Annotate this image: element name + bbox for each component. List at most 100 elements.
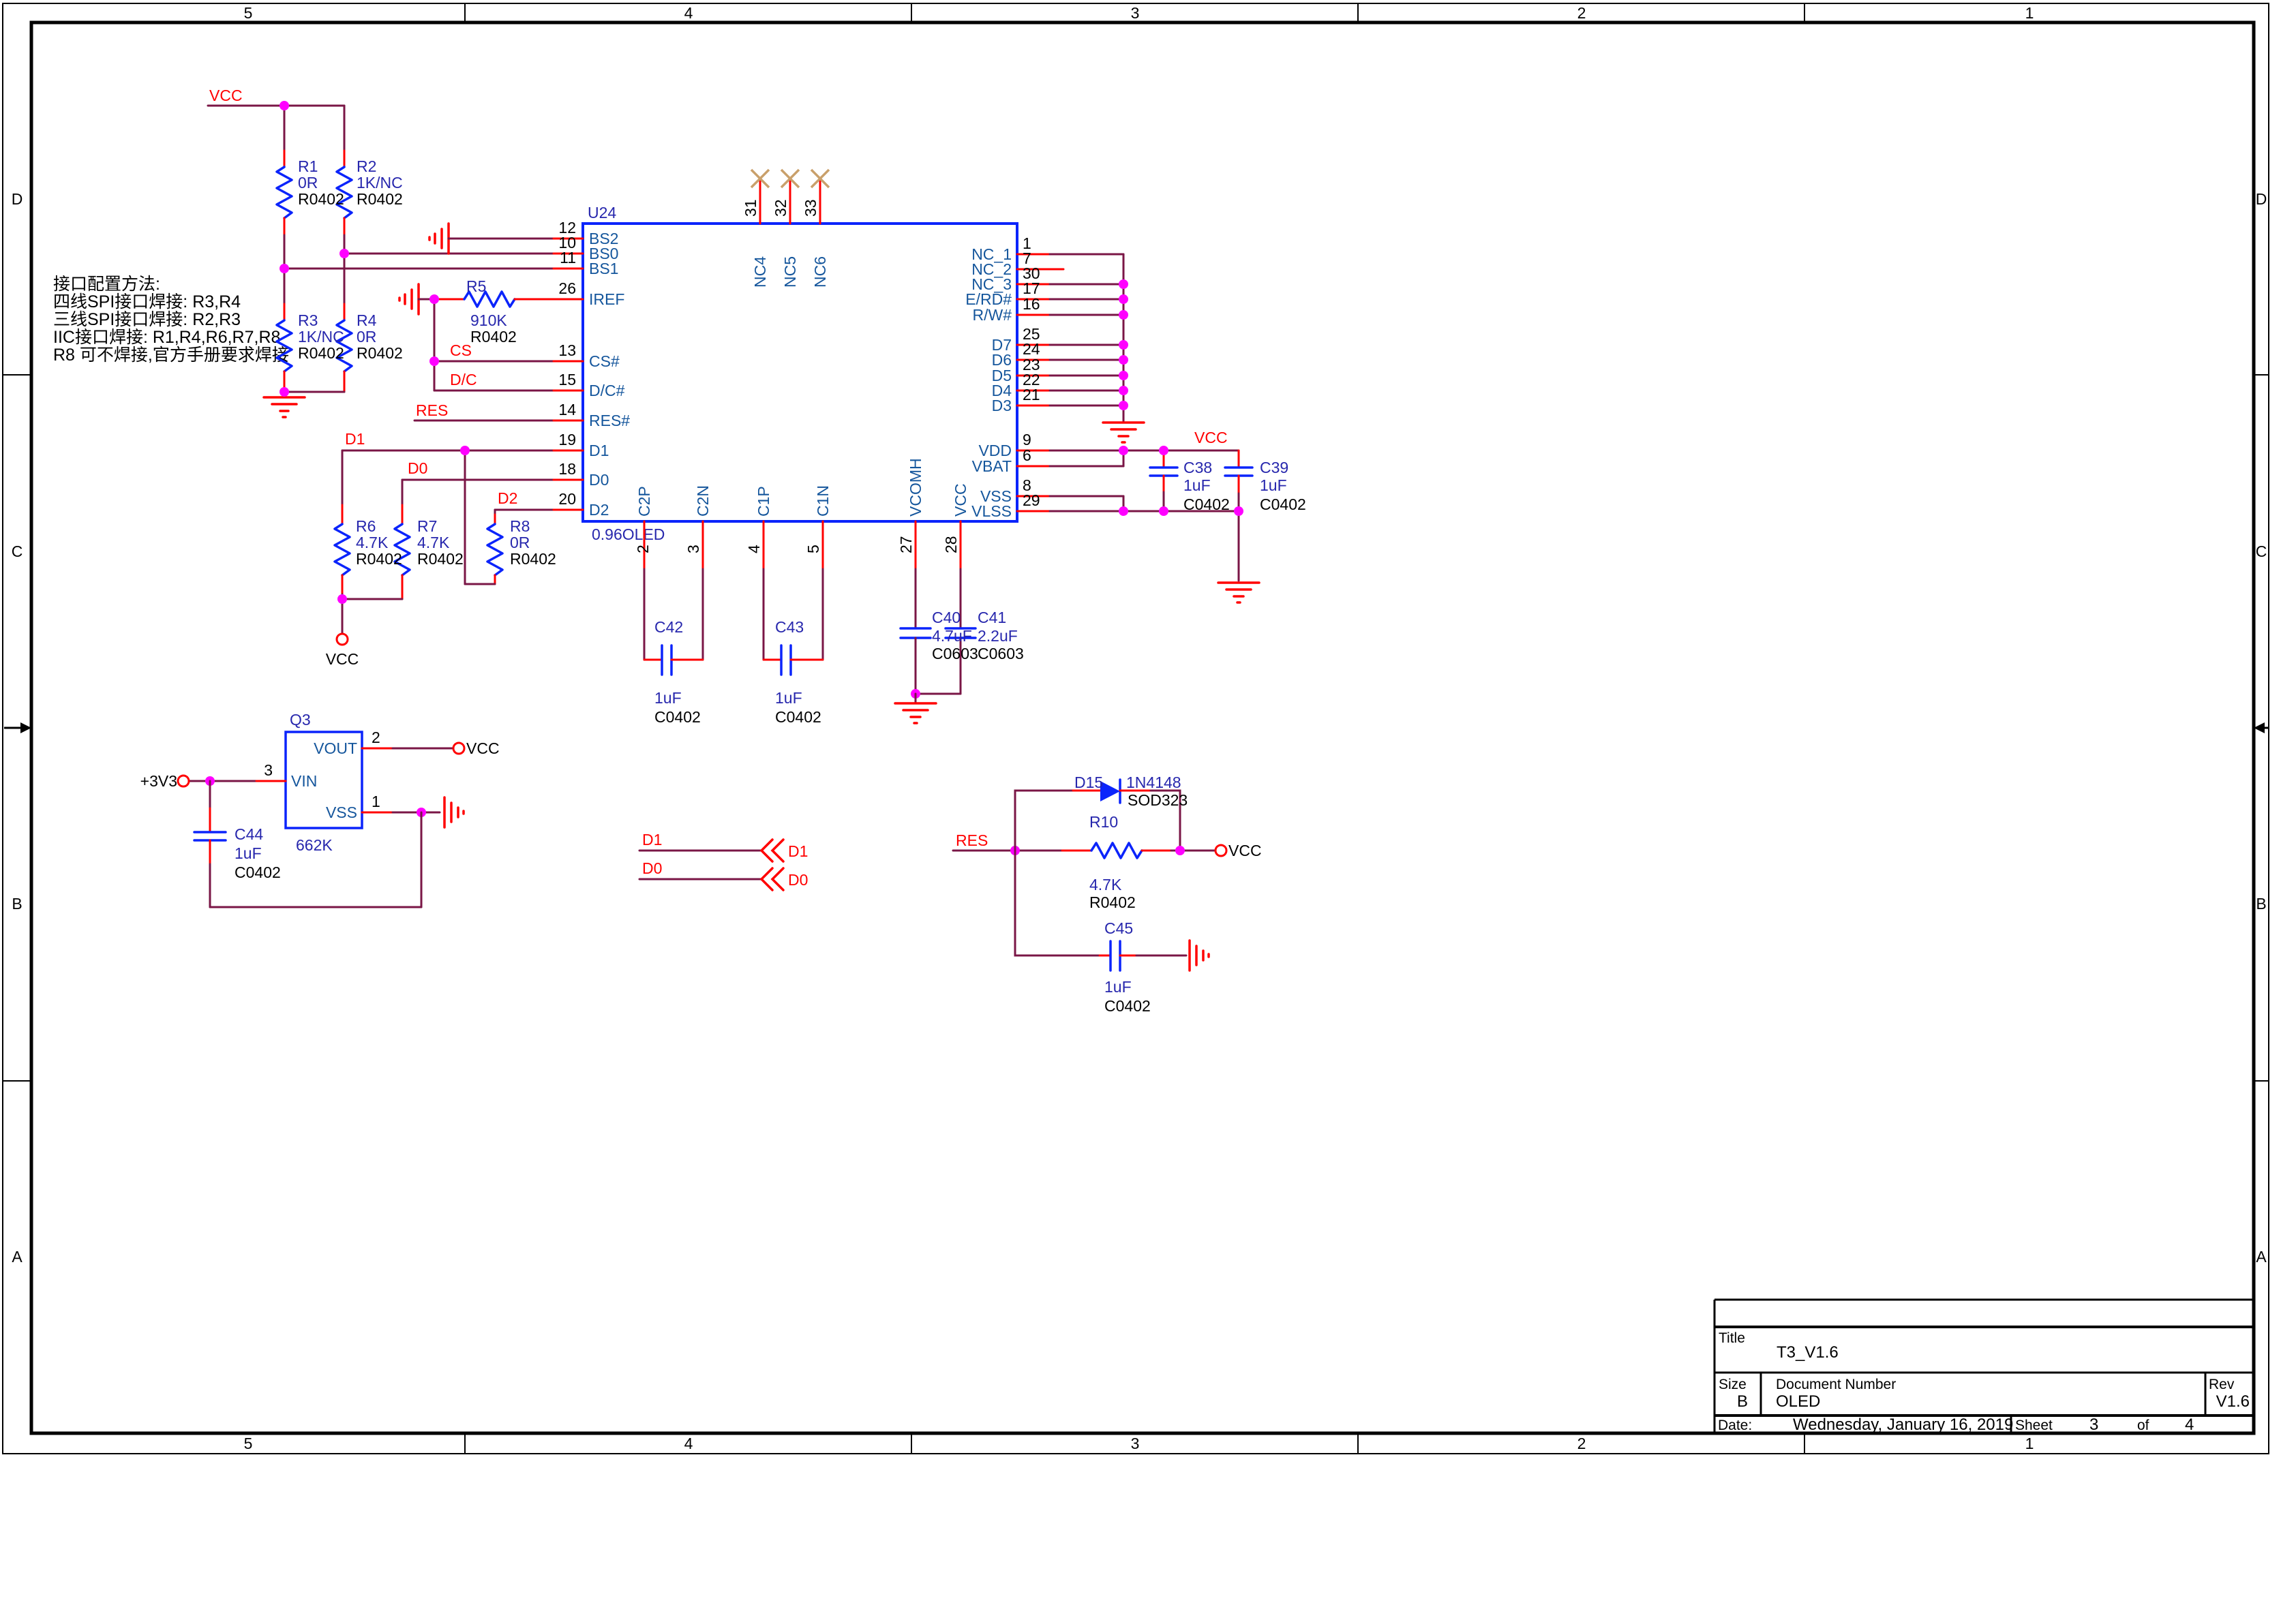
offpage-chevron-icon — [761, 840, 783, 861]
date-label: Date: — [1718, 1418, 1752, 1433]
r2-ref: R2 — [357, 157, 376, 175]
pin-number: 21 — [1023, 386, 1040, 403]
pin-name: C1P — [755, 486, 772, 517]
pin-name: NC5 — [781, 256, 799, 288]
size-value: B — [1737, 1392, 1748, 1411]
note-line: 接口配置方法: — [53, 275, 160, 294]
pin-name: BS1 — [589, 260, 618, 277]
vcc-port — [1215, 845, 1226, 856]
ground-icon — [429, 224, 449, 254]
row-label: A — [12, 1248, 22, 1266]
pin-name: C2P — [635, 486, 653, 517]
pin-name: VLSS — [971, 502, 1012, 520]
pin-number: 2 — [372, 729, 380, 746]
pin-number: 3 — [684, 545, 702, 553]
capacitor-c44 — [194, 832, 226, 840]
pin-name: VBAT — [972, 457, 1012, 475]
col-label: 1 — [2025, 4, 2034, 22]
c42-ref: C42 — [654, 618, 683, 636]
col-label: 3 — [1131, 4, 1140, 22]
c38-package: C0402 — [1183, 495, 1230, 513]
c43-package: C0402 — [775, 708, 821, 726]
col-label: 5 — [244, 4, 253, 22]
r4-package: R0402 — [357, 344, 403, 362]
col-label: 4 — [684, 1435, 693, 1452]
note-line: R8 可不焊接,官方手册要求焊接 — [53, 346, 289, 365]
reset-circuit: RES D15 1N4148 SOD323 VCC R10 4.7K R0402 — [953, 774, 1262, 1015]
row-label: D — [12, 190, 23, 208]
pin-number: 4 — [745, 545, 763, 553]
r1-ref: R1 — [298, 157, 318, 175]
capacitor-c38 — [1150, 468, 1177, 476]
pin-name: RES# — [589, 412, 630, 429]
c41-ref: C41 — [978, 609, 1006, 626]
pin-number: 16 — [1023, 295, 1040, 313]
d15-value: 1N4148 — [1126, 774, 1181, 791]
diode-d15 — [1100, 780, 1120, 803]
pin-name: CS# — [589, 352, 620, 370]
r8-package: R0402 — [510, 550, 556, 568]
u24-top-pins: 31 32 33 NC4 NC5 NC6 — [742, 170, 829, 288]
row-label: C — [12, 542, 23, 560]
u24-ref: U24 — [588, 204, 616, 221]
d15-ref: D15 — [1074, 774, 1103, 791]
pin-number: 31 — [742, 199, 759, 217]
r5-ref: R5 — [466, 277, 486, 295]
col-label: 5 — [244, 1435, 253, 1452]
offpage-chevron-icon — [761, 868, 783, 890]
pin-number: 14 — [558, 401, 576, 418]
net-label-d1: D1 — [642, 831, 662, 848]
c41-value: 2.2uF — [978, 627, 1018, 645]
col-label: 4 — [684, 4, 693, 22]
ground-icon — [264, 397, 305, 417]
offpage-label-d1: D1 — [788, 842, 808, 860]
charge-pump-caps: C42 1uF C0402 C43 1uF C0402 C40 4. — [644, 569, 1024, 726]
note-line: IIC接口焊接: R1,R4,R6,R7,R8 — [53, 328, 280, 347]
size-label: Size — [1719, 1377, 1747, 1392]
r7-package: R0402 — [417, 550, 464, 568]
doc-number-label: Document Number — [1776, 1377, 1896, 1392]
r1-package: R0402 — [298, 190, 344, 208]
r3-ref: R3 — [298, 311, 318, 329]
net-label-dc: D/C — [450, 371, 477, 388]
schematic-canvas: 5 4 3 2 1 5 4 3 2 1 D C B A D C B A 接口配置… — [0, 0, 2296, 1622]
c39-ref: C39 — [1260, 459, 1288, 476]
capacitor-c43 — [781, 645, 791, 675]
c38-value: 1uF — [1183, 476, 1211, 494]
pin-name: VIN — [291, 772, 317, 790]
vcc-port — [337, 634, 348, 645]
c44-ref: C44 — [235, 825, 263, 843]
u24-bottom-pins: 2 3 4 5 27 28 C2P C2N C1P C1N VCOMH VCC — [634, 458, 969, 569]
vcc-port — [453, 743, 464, 754]
r3-value: 1K/NC — [298, 328, 344, 346]
q3-value: 662K — [296, 836, 333, 854]
pin-name: R/W# — [973, 306, 1012, 324]
ground-icon — [1218, 583, 1259, 602]
title-block: Title T3_V1.6 Size B Document Number OLE… — [1715, 1300, 2254, 1434]
bs-config-resistor-network: VCC R1 0R R0402 R2 1K/NC — [208, 87, 554, 417]
r10-package: R0402 — [1089, 893, 1136, 911]
r7-ref: R7 — [417, 517, 437, 535]
v3v3-port-label: +3V3 — [140, 772, 177, 790]
title-label: Title — [1719, 1330, 1745, 1346]
border-arrow-left-icon — [4, 722, 31, 733]
pin-name: NC6 — [811, 256, 829, 288]
pin-number: 27 — [897, 536, 915, 553]
resistor-r8 — [487, 524, 502, 575]
sheet-number: 3 — [2089, 1416, 2098, 1434]
pin-number: 13 — [558, 341, 576, 359]
pin-number: 19 — [558, 431, 576, 448]
r8-ref: R8 — [510, 517, 530, 535]
u24-value: 0.96OLED — [592, 525, 665, 543]
pin-name: D0 — [589, 471, 609, 489]
r10-value: 4.7K — [1089, 876, 1122, 893]
ground-icon — [895, 703, 936, 723]
col-label: 2 — [1577, 1435, 1586, 1452]
r1-value: 0R — [298, 174, 318, 192]
pin-name: VSS — [326, 804, 357, 821]
c40-value: 4.7uF — [932, 627, 972, 645]
note-line: 四线SPI接口焊接: R3,R4 — [53, 292, 241, 311]
net-label-d0: D0 — [642, 859, 662, 877]
net-label-d0: D0 — [408, 459, 427, 477]
pin-name: C1N — [814, 485, 832, 517]
